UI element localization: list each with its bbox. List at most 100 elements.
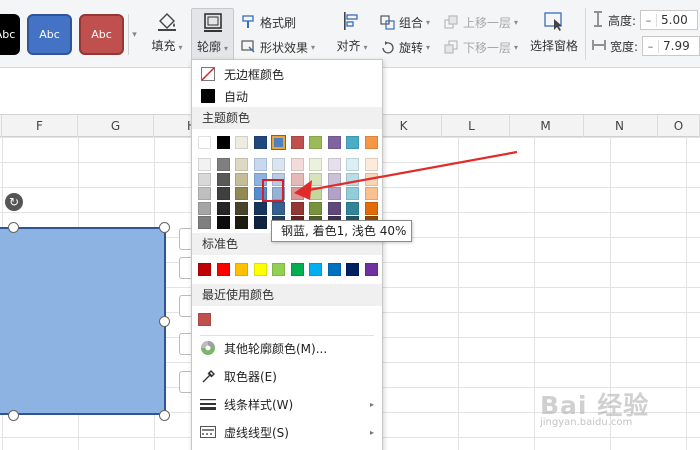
theme-shade-swatch[interactable] — [309, 173, 322, 186]
theme-shade-swatch[interactable] — [254, 216, 267, 229]
shape-style-preset-red[interactable]: Abc — [79, 14, 124, 55]
theme-shade-swatch[interactable] — [309, 158, 322, 171]
resize-handle-top-right[interactable] — [159, 222, 170, 233]
height-stepper[interactable]: – 5.00 — [640, 10, 699, 30]
theme-shade-swatch[interactable] — [254, 158, 267, 171]
format-painter-button[interactable]: 格式刷 — [240, 12, 296, 32]
theme-shade-swatch[interactable] — [198, 187, 211, 200]
theme-shade-swatch[interactable] — [365, 202, 378, 215]
resize-handle-bottom-left[interactable] — [8, 410, 19, 421]
shape-style-preset-black[interactable]: Abc — [0, 14, 20, 55]
rotate-handle-icon[interactable]: ↻ — [5, 193, 23, 211]
theme-shade-swatch[interactable] — [272, 202, 285, 215]
theme-shade-swatch[interactable] — [198, 173, 211, 186]
shape-style-preset-blue[interactable]: Abc — [27, 14, 72, 55]
theme-color-swatch[interactable] — [235, 136, 248, 149]
standard-color-swatch[interactable] — [346, 263, 359, 276]
column-header-l[interactable]: L — [434, 115, 510, 137]
width-value[interactable]: 7.99 — [659, 39, 690, 53]
theme-color-swatch[interactable] — [271, 135, 286, 150]
theme-shade-swatch[interactable] — [291, 173, 304, 186]
theme-shade-swatch[interactable] — [217, 158, 230, 171]
theme-shade-swatch[interactable] — [365, 173, 378, 186]
theme-shade-swatch[interactable] — [291, 187, 304, 200]
auto-color-item[interactable]: 自动 — [192, 85, 382, 107]
standard-color-swatch[interactable] — [235, 263, 248, 276]
theme-shade-swatch[interactable] — [272, 158, 285, 171]
standard-color-swatch[interactable] — [309, 263, 322, 276]
selection-pane-button[interactable]: 选择窗格 — [527, 8, 581, 62]
more-outline-colors-item[interactable]: 其他轮廓颜色(M)... — [192, 337, 382, 359]
theme-shade-swatch[interactable] — [217, 216, 230, 229]
height-value[interactable]: 5.00 — [657, 13, 688, 27]
theme-shade-swatch[interactable] — [217, 173, 230, 186]
height-decrease-button[interactable]: – — [641, 13, 658, 27]
theme-shade-swatch[interactable] — [235, 158, 248, 171]
theme-shade-swatch[interactable] — [328, 187, 341, 200]
recent-color-swatch[interactable] — [198, 313, 211, 326]
theme-shade-swatch[interactable] — [328, 202, 341, 215]
send-backward-button[interactable]: 下移一层 ▾ — [443, 37, 518, 57]
theme-shade-swatch[interactable] — [217, 187, 230, 200]
theme-color-swatch[interactable] — [217, 136, 230, 149]
column-header-f[interactable]: F — [2, 115, 78, 137]
theme-shade-swatch[interactable] — [365, 187, 378, 200]
theme-shade-swatch[interactable] — [291, 158, 304, 171]
standard-color-swatch[interactable] — [254, 263, 267, 276]
rotate-button[interactable]: 旋转 ▾ — [379, 37, 430, 57]
theme-shade-swatch[interactable] — [309, 187, 322, 200]
width-decrease-button[interactable]: – — [643, 39, 660, 53]
resize-handle-bottom-right[interactable] — [159, 410, 170, 421]
standard-color-swatch[interactable] — [272, 263, 285, 276]
theme-shade-swatch[interactable] — [217, 202, 230, 215]
outline-button[interactable]: 轮廓 ▾ — [191, 8, 234, 62]
theme-shade-swatch[interactable] — [291, 202, 304, 215]
theme-color-swatch[interactable] — [346, 136, 359, 149]
resize-handle-top-left[interactable] — [8, 222, 19, 233]
standard-color-swatch[interactable] — [365, 263, 378, 276]
theme-shade-swatch[interactable] — [198, 202, 211, 215]
fill-button[interactable]: 填充 ▾ — [146, 8, 188, 62]
theme-color-swatch[interactable] — [328, 136, 341, 149]
shape-effect-button[interactable]: 形状效果 ▾ — [240, 37, 315, 57]
standard-color-swatch[interactable] — [291, 263, 304, 276]
line-style-item[interactable]: 线条样式(W) ▸ — [192, 393, 382, 415]
theme-shade-swatch[interactable] — [198, 216, 211, 229]
dash-type-item[interactable]: 虚线线型(S) ▸ — [192, 421, 382, 443]
width-stepper[interactable]: – 7.99 — [642, 36, 700, 56]
theme-shade-swatch[interactable] — [309, 202, 322, 215]
resize-handle-right[interactable] — [159, 316, 170, 327]
standard-color-swatch[interactable] — [198, 263, 211, 276]
standard-color-swatch[interactable] — [217, 263, 230, 276]
theme-shade-swatch[interactable] — [346, 202, 359, 215]
theme-shade-swatch[interactable] — [365, 158, 378, 171]
theme-color-swatch[interactable] — [309, 136, 322, 149]
column-header-n[interactable]: N — [582, 115, 658, 137]
column-header-m[interactable]: M — [508, 115, 584, 137]
theme-shade-swatch[interactable] — [235, 187, 248, 200]
theme-shade-swatch[interactable] — [328, 173, 341, 186]
theme-shade-swatch[interactable] — [328, 158, 341, 171]
theme-shade-swatch[interactable] — [198, 158, 211, 171]
column-header-o[interactable]: O — [658, 115, 700, 137]
theme-shade-swatch[interactable] — [235, 216, 248, 229]
theme-color-swatch[interactable] — [365, 136, 378, 149]
eyedropper-item[interactable]: 取色器(E) — [192, 365, 382, 387]
theme-color-swatch[interactable] — [254, 136, 267, 149]
theme-shade-swatch[interactable] — [254, 202, 267, 215]
theme-shade-swatch[interactable] — [346, 158, 359, 171]
theme-color-swatch[interactable] — [291, 136, 304, 149]
style-gallery-expand-button[interactable]: ▾ — [128, 14, 140, 55]
theme-color-swatch[interactable] — [198, 136, 211, 149]
align-button[interactable]: 对齐 ▾ — [332, 8, 372, 62]
theme-shade-swatch[interactable] — [346, 187, 359, 200]
theme-shade-swatch[interactable] — [346, 173, 359, 186]
column-header-g[interactable]: G — [78, 115, 154, 137]
no-border-color-item[interactable]: 无边框颜色 — [192, 63, 382, 85]
theme-shade-swatch[interactable] — [235, 202, 248, 215]
standard-color-swatch[interactable] — [328, 263, 341, 276]
bring-forward-button[interactable]: 上移一层 ▾ — [443, 12, 518, 32]
theme-shade-swatch[interactable] — [235, 173, 248, 186]
group-button[interactable]: 组合 ▾ — [379, 12, 430, 32]
selected-rectangle-shape[interactable] — [0, 227, 166, 415]
